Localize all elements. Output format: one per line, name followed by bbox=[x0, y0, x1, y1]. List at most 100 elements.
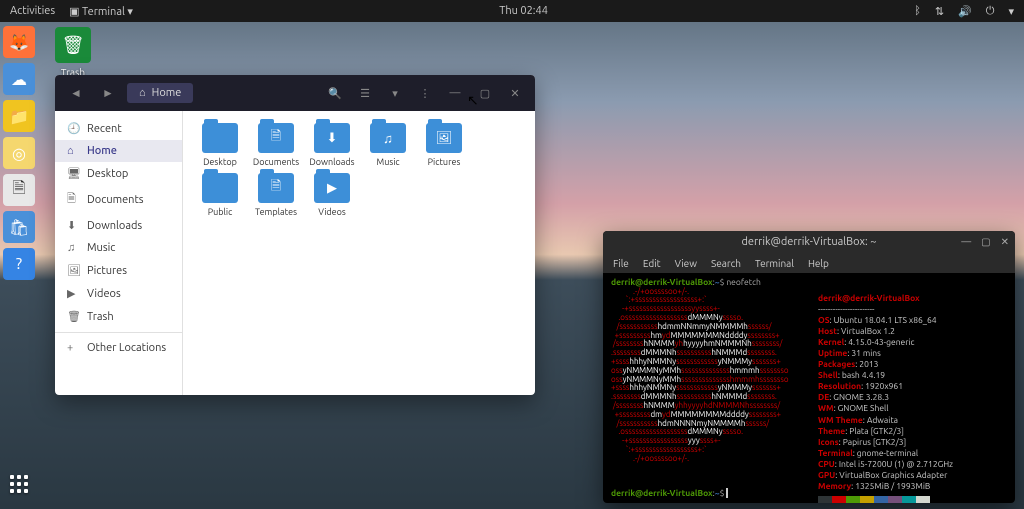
sidebar-item-trash[interactable]: 🗑 Trash bbox=[55, 305, 182, 328]
folder-desktop[interactable]: Desktop bbox=[195, 123, 245, 167]
sidebar-icon: 🖥 bbox=[67, 167, 79, 180]
path-bar[interactable]: ⌂Home bbox=[127, 83, 193, 103]
nav-back-button[interactable]: ◄ bbox=[63, 80, 89, 106]
term-menu-view[interactable]: View bbox=[675, 258, 697, 269]
folder-label: Pictures bbox=[419, 157, 469, 167]
sidebar-item-other-locations[interactable]: + Other Locations bbox=[55, 337, 182, 359]
term-menu-terminal[interactable]: Terminal bbox=[755, 258, 794, 269]
folder-music[interactable]: ♫ Music bbox=[363, 123, 413, 167]
bluetooth-icon[interactable]: ᛒ bbox=[914, 5, 921, 17]
folder-icon: 🗎 bbox=[258, 123, 294, 153]
folder-icon: ⬇ bbox=[314, 123, 350, 153]
sidebar-label: Other Locations bbox=[87, 342, 166, 354]
folder-label: Downloads bbox=[307, 157, 357, 167]
sidebar-icon: 🖼 bbox=[67, 264, 79, 277]
folder-templates[interactable]: 🗎Templates bbox=[251, 173, 301, 217]
power-icon[interactable]: ⏻ bbox=[986, 5, 995, 18]
maximize-button[interactable]: ▢ bbox=[473, 81, 497, 105]
sidebar-icon: 🕘 bbox=[67, 122, 79, 135]
sidebar-item-documents[interactable]: 🗎Documents bbox=[55, 185, 182, 214]
folder-label: Videos bbox=[307, 207, 357, 217]
term-menu-edit[interactable]: Edit bbox=[643, 258, 661, 269]
sidebar-label: Desktop bbox=[87, 168, 128, 180]
files-window: ◄ ► ⌂Home 🔍 ☰ ▾ ⋮ — ▢ ✕ 🕘 Recent ⌂ Home 🖥 Des… bbox=[55, 75, 535, 395]
sidebar-icon: + bbox=[67, 342, 79, 354]
close-button[interactable]: ✕ bbox=[503, 81, 527, 105]
folder-label: Music bbox=[363, 157, 413, 167]
term-close-button[interactable]: ✕ bbox=[1001, 236, 1009, 248]
sidebar-label: Documents bbox=[87, 194, 144, 206]
dock: 🦊 ☁ 📁 ◎ 🗎 🛍 ? bbox=[3, 26, 41, 280]
desktop-trash[interactable]: 🗑 Trash bbox=[55, 27, 91, 78]
sidebar-icon: 🗑 bbox=[67, 310, 79, 323]
view-options-button[interactable]: ▾ bbox=[383, 81, 407, 105]
gnome-top-bar: Activities ▣ Terminal ▾ Thu 02:44 ᛒ ⇅ 🔊 … bbox=[0, 0, 1024, 22]
sidebar-label: Trash bbox=[87, 311, 114, 323]
folder-label: Public bbox=[195, 207, 245, 217]
term-minimize-button[interactable]: — bbox=[961, 236, 971, 248]
trash-icon: 🗑 bbox=[55, 27, 91, 63]
sidebar-item-pictures[interactable]: 🖼 Pictures bbox=[55, 259, 182, 282]
sidebar-label: Pictures bbox=[87, 265, 127, 277]
nav-forward-button[interactable]: ► bbox=[95, 80, 121, 106]
clock[interactable]: Thu 02:44 bbox=[133, 5, 914, 17]
sidebar-icon: ♫ bbox=[67, 242, 79, 254]
sidebar-label: Downloads bbox=[87, 220, 142, 232]
sidebar-icon: ⌂ bbox=[67, 145, 79, 157]
folder-icon: 🖼 bbox=[426, 123, 462, 153]
dock-software[interactable]: 🛍 bbox=[3, 211, 35, 243]
dock-firefox[interactable]: 🦊 bbox=[3, 26, 35, 58]
sidebar-label: Home bbox=[87, 145, 117, 157]
term-menu-help[interactable]: Help bbox=[808, 258, 829, 269]
term-menu-file[interactable]: File bbox=[613, 258, 629, 269]
dock-files[interactable]: 📁 bbox=[3, 100, 35, 132]
files-sidebar: 🕘 Recent ⌂ Home 🖥 Desktop 🗎Documents ⬇ Downloads… bbox=[55, 111, 183, 395]
files-headerbar: ◄ ► ⌂Home 🔍 ☰ ▾ ⋮ — ▢ ✕ bbox=[55, 75, 535, 111]
view-list-button[interactable]: ☰ bbox=[353, 81, 377, 105]
sidebar-icon: ▶ bbox=[67, 287, 79, 300]
dock-libreoffice[interactable]: 🗎 bbox=[3, 174, 35, 206]
folder-pictures[interactable]: 🖼 Pictures bbox=[419, 123, 469, 167]
folder-public[interactable]: Public bbox=[195, 173, 245, 217]
folder-icon: ♫ bbox=[370, 123, 406, 153]
sidebar-item-recent[interactable]: 🕘 Recent bbox=[55, 117, 182, 140]
term-menu-search[interactable]: Search bbox=[711, 258, 741, 269]
dock-rhythmbox[interactable]: ◎ bbox=[3, 137, 35, 169]
sidebar-item-home[interactable]: ⌂ Home bbox=[55, 140, 182, 162]
folder-documents[interactable]: 🗎 Documents bbox=[251, 123, 301, 167]
terminal-titlebar: derrik@derrik-VirtualBox: ~ — ▢ ✕ bbox=[603, 231, 1015, 253]
activities-button[interactable]: Activities bbox=[10, 5, 55, 17]
sidebar-item-music[interactable]: ♫ Music bbox=[55, 237, 182, 259]
network-icon[interactable]: ⇅ bbox=[935, 5, 944, 18]
folder-icon bbox=[202, 173, 238, 203]
sidebar-item-desktop[interactable]: 🖥 Desktop bbox=[55, 162, 182, 185]
sidebar-label: Music bbox=[87, 242, 115, 254]
home-icon: ⌂ bbox=[139, 87, 146, 99]
neofetch-info: derrik@derrik-VirtualBox ---------------… bbox=[818, 293, 953, 503]
sidebar-item-downloads[interactable]: ⬇ Downloads bbox=[55, 214, 182, 237]
volume-icon[interactable]: 🔊 bbox=[958, 5, 972, 18]
dock-weather[interactable]: ☁ bbox=[3, 63, 35, 95]
folder-downloads[interactable]: ⬇ Downloads bbox=[307, 123, 357, 167]
terminal-window: derrik@derrik-VirtualBox: ~ — ▢ ✕ File Ed… bbox=[603, 231, 1015, 503]
minimize-button[interactable]: — bbox=[443, 81, 467, 105]
terminal-menubar: File Edit View Search Terminal Help bbox=[603, 253, 1015, 273]
terminal-content[interactable]: derrik@derrik-VirtualBox:~$ neofetch .-/… bbox=[603, 273, 1015, 503]
app-menu[interactable]: ▣ Terminal ▾ bbox=[69, 5, 133, 18]
system-menu-chevron-icon[interactable]: ▾ bbox=[1008, 5, 1014, 18]
show-applications-button[interactable] bbox=[10, 475, 32, 497]
folder-icon: 🗎 bbox=[258, 173, 294, 203]
term-maximize-button[interactable]: ▢ bbox=[981, 236, 990, 248]
folder-label: Documents bbox=[251, 157, 301, 167]
files-content[interactable]: Desktop 🗎 Documents ⬇ Downloads ♫ Music 🖼 Pictur… bbox=[183, 111, 535, 395]
sidebar-label: Recent bbox=[87, 123, 122, 135]
hamburger-menu-button[interactable]: ⋮ bbox=[413, 81, 437, 105]
term-color-blocks bbox=[818, 496, 953, 503]
folder-icon: ▶ bbox=[314, 173, 350, 203]
sidebar-icon: ⬇ bbox=[67, 219, 79, 232]
sidebar-item-videos[interactable]: ▶Videos bbox=[55, 282, 182, 305]
folder-label: Desktop bbox=[195, 157, 245, 167]
dock-help[interactable]: ? bbox=[3, 248, 35, 280]
search-button[interactable]: 🔍 bbox=[323, 81, 347, 105]
folder-videos[interactable]: ▶ Videos bbox=[307, 173, 357, 217]
